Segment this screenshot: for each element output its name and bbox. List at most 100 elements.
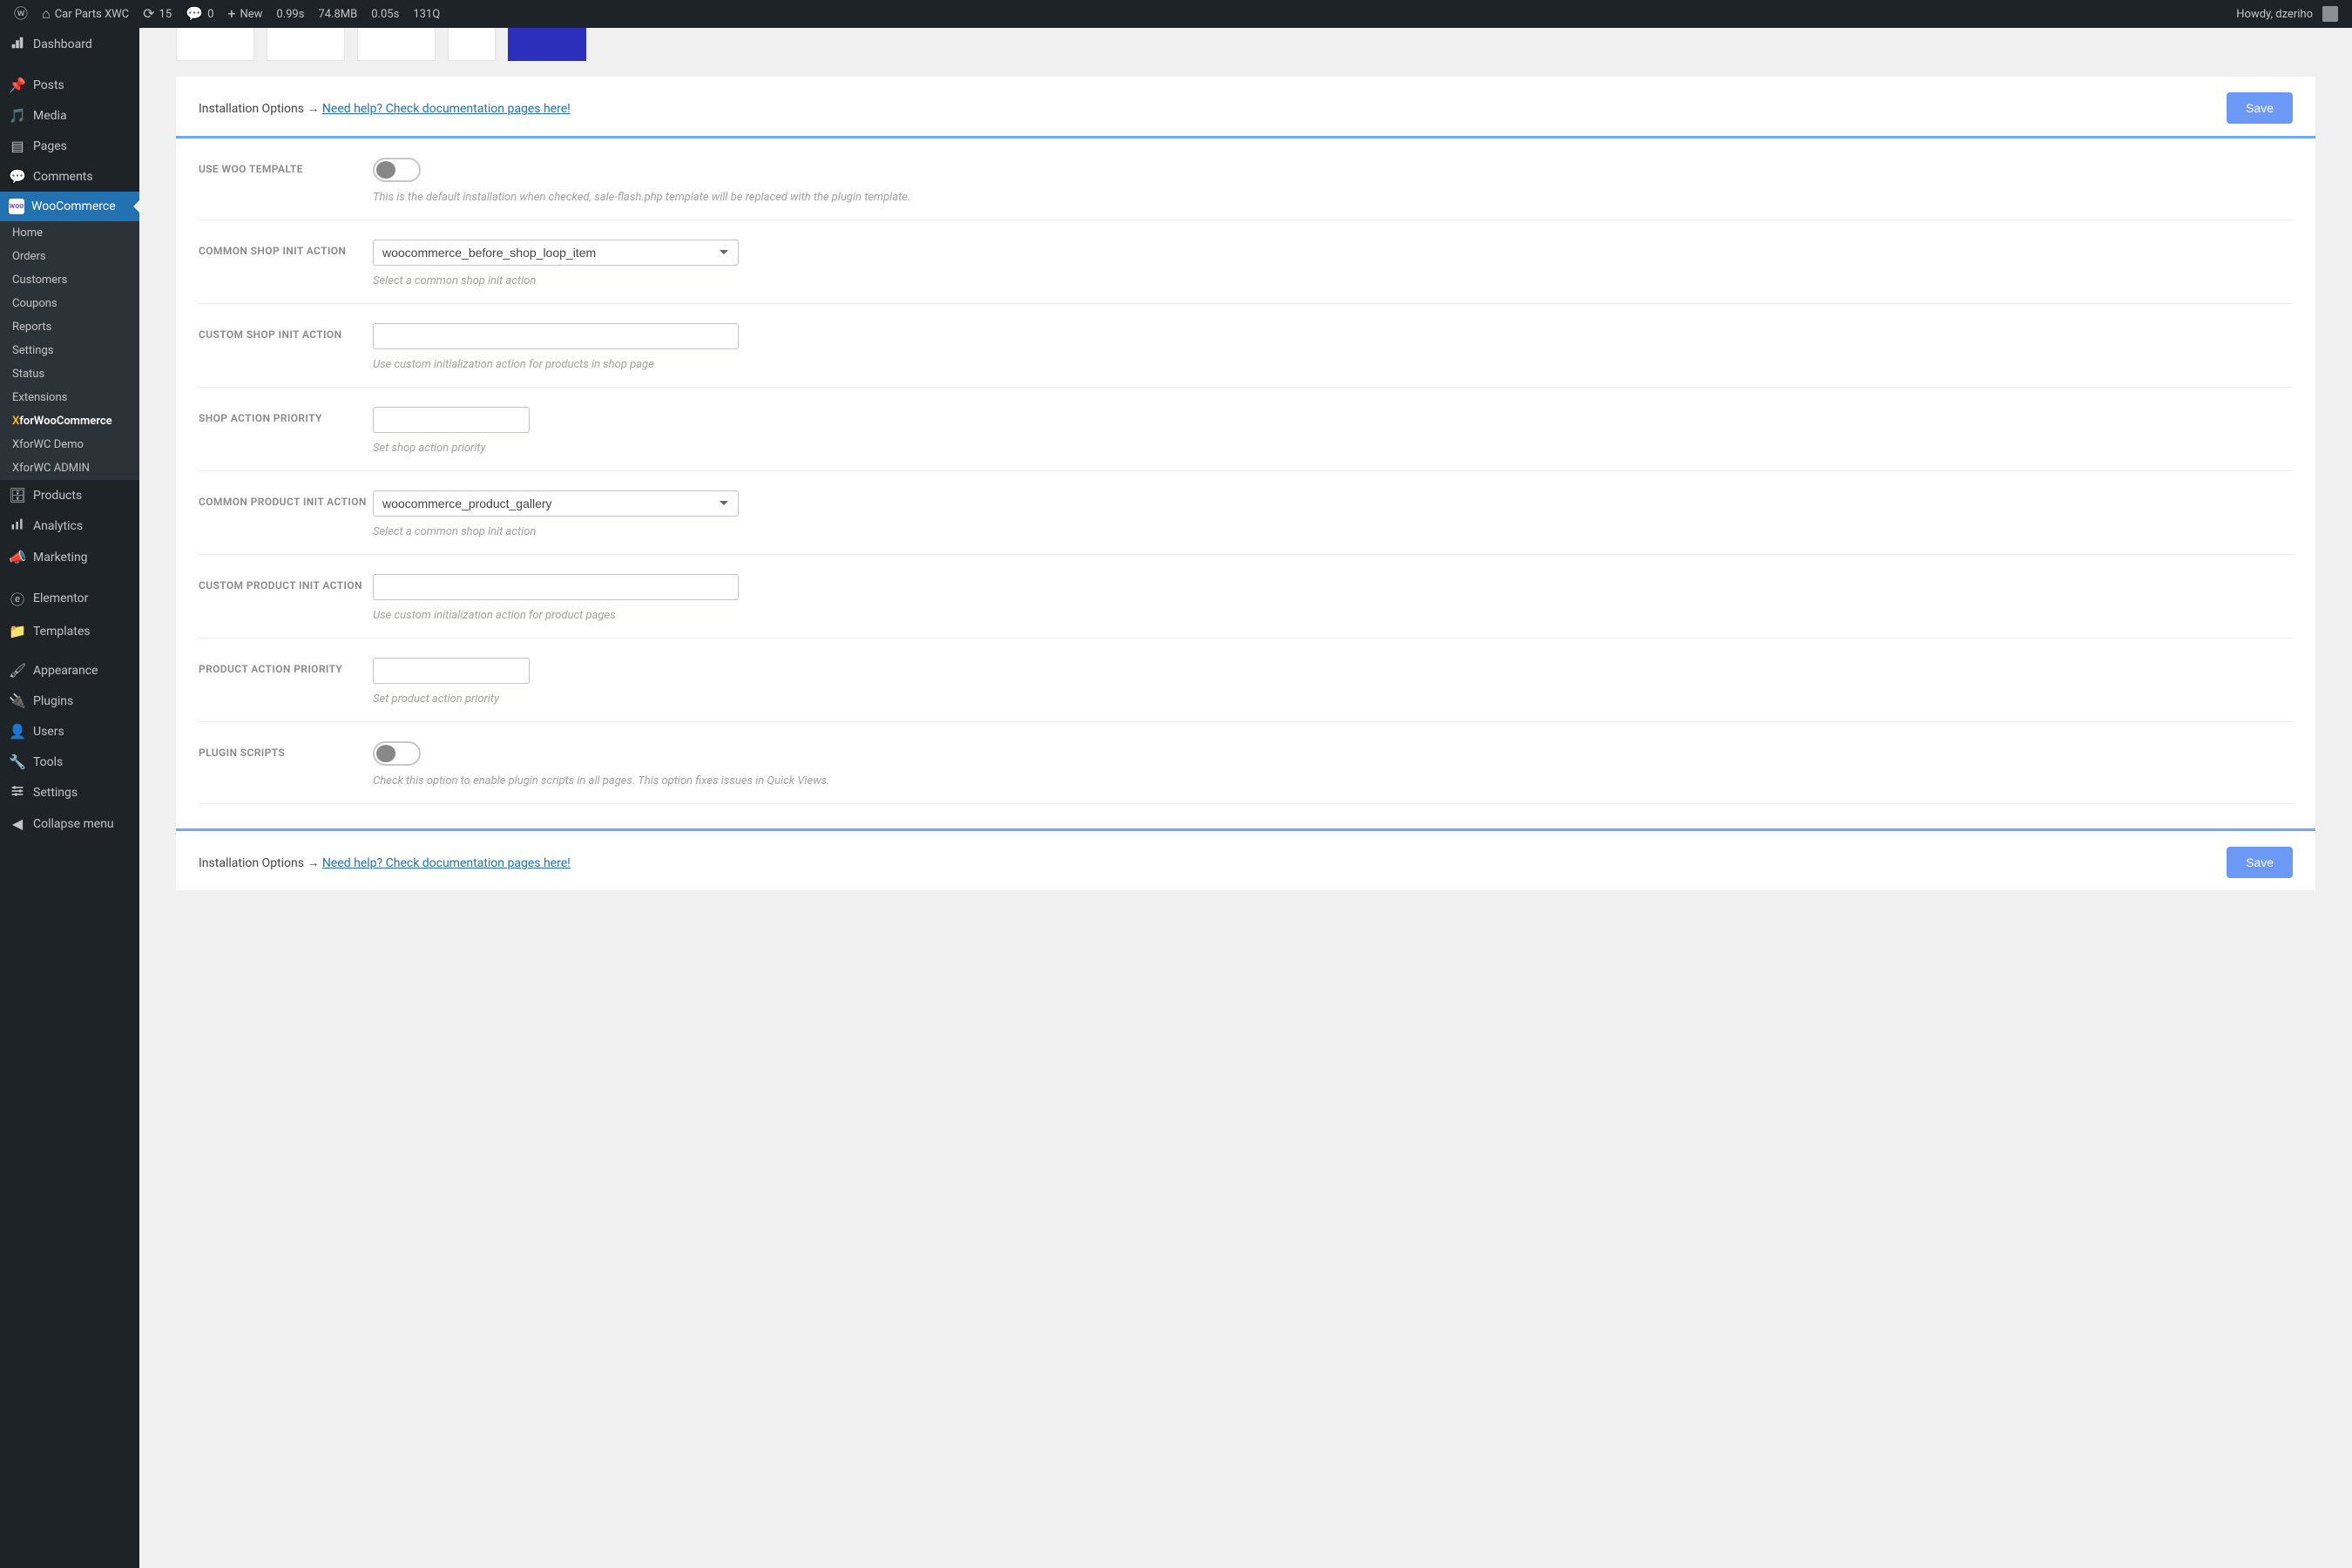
sidebar-item-settings[interactable]: Settings bbox=[0, 777, 139, 808]
my-account-menu[interactable]: Howdy, dzeriho bbox=[2229, 0, 2345, 28]
label-shop-priority: SHOP ACTION PRIORITY bbox=[199, 407, 373, 424]
submenu-coupons[interactable]: Coupons bbox=[0, 292, 139, 315]
plug-icon: 🔌 bbox=[9, 693, 26, 709]
desc-plugin-scripts: Check this option to enable plugin scrip… bbox=[373, 774, 2293, 787]
submenu-orders[interactable]: Orders bbox=[0, 245, 139, 268]
save-button-bottom[interactable]: Save bbox=[2227, 847, 2293, 878]
label-plugin-scripts: PLUGIN SCRIPTS bbox=[199, 741, 373, 759]
chart-icon bbox=[9, 517, 26, 535]
collapse-icon: ◀ bbox=[9, 815, 26, 832]
updates-count: 15 bbox=[159, 8, 172, 21]
sidebar-item-tools[interactable]: 🔧 Tools bbox=[0, 747, 139, 777]
row-use-woo-template: USE WOO TEMPALTE This is the default ins… bbox=[199, 139, 2293, 220]
toggle-plugin-scripts[interactable] bbox=[373, 741, 421, 766]
sidebar-item-comments[interactable]: 💬 Comments bbox=[0, 161, 139, 192]
sidebar-item-label: Comments bbox=[33, 170, 93, 184]
wrench-icon: 🔧 bbox=[9, 754, 26, 770]
desc-use-woo-template: This is the default installation when ch… bbox=[373, 191, 2293, 204]
sidebar-item-label: Collapse menu bbox=[33, 817, 114, 831]
wp-logo-menu[interactable]: ⓦ bbox=[7, 0, 35, 28]
input-shop-priority[interactable] bbox=[373, 407, 530, 433]
tab-card[interactable] bbox=[448, 28, 496, 61]
perf-time2[interactable]: 0.05s bbox=[364, 0, 406, 28]
label-product-priority: PRODUCT ACTION PRIORITY bbox=[199, 658, 373, 675]
woo-icon: woo bbox=[9, 199, 24, 214]
submenu-home[interactable]: Home bbox=[0, 221, 139, 245]
sidebar-item-products[interactable]: 🗄 Products bbox=[0, 480, 139, 510]
sidebar-item-elementor[interactable]: ⓔ Elementor bbox=[0, 581, 139, 616]
sidebar-item-label: Templates bbox=[33, 625, 91, 639]
sidebar-item-woocommerce[interactable]: woo WooCommerce bbox=[0, 192, 139, 221]
updates-menu[interactable]: ⟳ 15 bbox=[136, 0, 179, 28]
sidebar-item-collapse[interactable]: ◀ Collapse menu bbox=[0, 808, 139, 839]
documentation-link[interactable]: Need help? Check documentation pages her… bbox=[322, 102, 571, 116]
label-common-shop-init: COMMON SHOP INIT ACTION bbox=[199, 240, 373, 257]
submenu-extensions[interactable]: Extensions bbox=[0, 386, 139, 409]
comments-menu[interactable]: 💬 0 bbox=[179, 0, 220, 28]
sidebar-item-label: Users bbox=[33, 725, 64, 739]
sidebar-item-posts[interactable]: 📌 Posts bbox=[0, 70, 139, 100]
select-common-product-init[interactable]: woocommerce_product_gallery bbox=[373, 490, 739, 517]
sidebar-item-media[interactable]: 🎵 Media bbox=[0, 100, 139, 131]
media-icon: 🎵 bbox=[9, 107, 26, 124]
pin-icon: 📌 bbox=[9, 77, 26, 93]
sidebar-item-label: WooCommerce bbox=[31, 199, 116, 213]
submenu-xforwc-demo[interactable]: XforWC Demo bbox=[0, 433, 139, 456]
site-name-menu[interactable]: ⌂ Car Parts XWC bbox=[35, 0, 136, 28]
sidebar-item-label: Media bbox=[33, 109, 67, 123]
documentation-link-bottom[interactable]: Need help? Check documentation pages her… bbox=[322, 856, 571, 870]
sidebar-item-dashboard[interactable]: Dashboard bbox=[0, 28, 139, 61]
panel-head-prefix: Installation Options → bbox=[199, 102, 322, 116]
submenu-reports[interactable]: Reports bbox=[0, 315, 139, 339]
desc-custom-product-init: Use custom initialization action for pro… bbox=[373, 609, 2293, 622]
input-custom-shop-init[interactable] bbox=[373, 323, 739, 349]
tab-card[interactable] bbox=[357, 28, 436, 61]
comments-count: 0 bbox=[207, 8, 213, 21]
submenu-xforwoocommerce[interactable]: XforWooCommerce bbox=[0, 409, 139, 433]
label-common-product-init: COMMON PRODUCT INIT ACTION bbox=[199, 490, 373, 508]
sidebar-item-label: Plugins bbox=[33, 694, 73, 708]
submenu-xforwc-admin[interactable]: XforWC ADMIN bbox=[0, 456, 139, 480]
save-button-top[interactable]: Save bbox=[2227, 92, 2293, 124]
sidebar-item-templates[interactable]: 📁 Templates bbox=[0, 616, 139, 646]
desc-common-product-init: Select a common shop init action bbox=[373, 525, 2293, 538]
submenu-settings[interactable]: Settings bbox=[0, 339, 139, 362]
sliders-icon bbox=[9, 784, 26, 801]
label-use-woo-template: USE WOO TEMPALTE bbox=[199, 158, 373, 175]
toggle-use-woo-template[interactable] bbox=[373, 158, 421, 182]
desc-shop-priority: Set shop action priority bbox=[373, 442, 2293, 455]
main-content: Installation Options → Need help? Check … bbox=[139, 28, 2352, 925]
desc-product-priority: Set product action priority bbox=[373, 693, 2293, 706]
label-custom-product-init: CUSTOM PRODUCT INIT ACTION bbox=[199, 574, 373, 591]
tab-card-active[interactable] bbox=[508, 28, 586, 61]
sidebar-item-pages[interactable]: ▤ Pages bbox=[0, 131, 139, 161]
sidebar-item-label: Analytics bbox=[33, 519, 83, 533]
row-product-priority: PRODUCT ACTION PRIORITY Set product acti… bbox=[199, 639, 2293, 722]
sidebar-item-users[interactable]: 👤 Users bbox=[0, 716, 139, 747]
sidebar-item-plugins[interactable]: 🔌 Plugins bbox=[0, 686, 139, 716]
woocommerce-submenu: Home Orders Customers Coupons Reports Se… bbox=[0, 221, 139, 480]
label-custom-shop-init: CUSTOM SHOP INIT ACTION bbox=[199, 323, 373, 341]
sidebar-item-label: Tools bbox=[33, 755, 63, 769]
elementor-icon: ⓔ bbox=[9, 588, 26, 609]
perf-time1[interactable]: 0.99s bbox=[269, 0, 311, 28]
select-common-shop-init[interactable]: woocommerce_before_shop_loop_item bbox=[373, 240, 739, 266]
tab-card[interactable] bbox=[176, 28, 254, 61]
input-product-priority[interactable] bbox=[373, 658, 530, 684]
avatar bbox=[2322, 6, 2338, 22]
submenu-customers[interactable]: Customers bbox=[0, 268, 139, 292]
folder-icon: 📁 bbox=[9, 623, 26, 639]
home-icon: ⌂ bbox=[42, 7, 51, 21]
perf-queries[interactable]: 131Q bbox=[406, 0, 447, 28]
tab-card[interactable] bbox=[267, 28, 345, 61]
sidebar-item-appearance[interactable]: 🖌 Appearance bbox=[0, 655, 139, 686]
sidebar-item-label: Appearance bbox=[33, 664, 98, 678]
sidebar-item-analytics[interactable]: Analytics bbox=[0, 510, 139, 542]
user-icon: 👤 bbox=[9, 723, 26, 740]
submenu-status[interactable]: Status bbox=[0, 362, 139, 386]
sidebar-item-marketing[interactable]: 📣 Marketing bbox=[0, 542, 139, 572]
perf-mem[interactable]: 74.8MB bbox=[311, 0, 364, 28]
new-content-menu[interactable]: + New bbox=[220, 0, 269, 28]
input-custom-product-init[interactable] bbox=[373, 574, 739, 600]
comment-icon: 💬 bbox=[9, 168, 26, 185]
